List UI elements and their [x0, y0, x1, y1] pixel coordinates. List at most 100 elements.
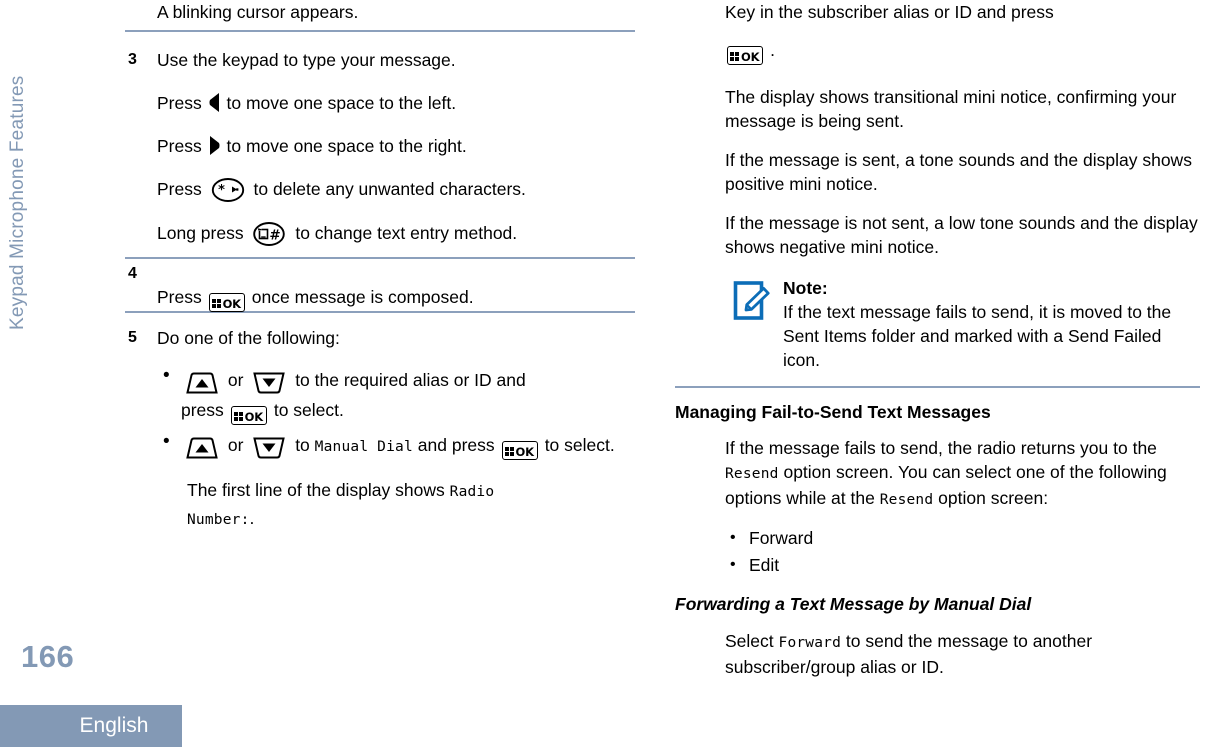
step-5-bullet-2-tail: to select. — [544, 435, 615, 455]
right-paragraph-1: The display shows transitional mini noti… — [725, 87, 1177, 131]
note-text: If the text message fails to send, it is… — [783, 302, 1172, 370]
step-divider-2 — [125, 257, 635, 259]
option-label: Edit — [749, 555, 780, 575]
ok-text: OK — [244, 410, 264, 424]
step-5-result-pre: The first line of the display shows — [187, 480, 445, 500]
step-3-line-2-post: to move one space to the right. — [226, 136, 467, 156]
key-in-period: . — [770, 40, 776, 60]
step-5-result: The first line of the display shows Radi… — [157, 477, 635, 533]
step-3-line-1: Press to move one space to the left. — [157, 91, 635, 115]
right-paragraph-3: If the message is not sent, a low tone s… — [725, 213, 1198, 257]
step-5-bullet-2-mid-post: and press — [417, 435, 495, 455]
scroll-up-key-icon — [184, 437, 220, 459]
nav-left-arrow-icon — [209, 93, 220, 112]
menu-ok-key-icon: OK — [501, 441, 538, 460]
scroll-up-key-icon — [184, 372, 220, 394]
right-column: Key in the subscriber alias or ID and pr… — [675, 0, 1200, 679]
step-3-title: Use the keypad to type your message. — [157, 50, 456, 70]
ui-string-resend-1: Resend — [725, 466, 779, 482]
step-3-line-1-pre: Press — [157, 93, 202, 113]
step-3-line-3: Press * to delete any unwanted character… — [157, 177, 635, 202]
bullet-dot: • — [730, 529, 736, 546]
step-5-bullet-1-tail: to select. — [273, 400, 344, 420]
step-5-bullet-1-or: or — [227, 370, 244, 390]
step-5-result-post: . — [249, 508, 255, 528]
page-number: 166 — [21, 639, 75, 674]
step-5-bullet-2-mid-pre: to — [295, 435, 310, 455]
step-5-number: 5 — [128, 329, 137, 346]
step-3-line-4-post: to change text entry method. — [295, 223, 518, 243]
step-4-body: Press OK once message is composed. — [157, 285, 474, 312]
menu-grid-glyph — [233, 412, 243, 421]
step-5-bullet-1-press: press — [181, 400, 224, 420]
manual-page: Keypad Microphone Features 166 English A… — [0, 0, 1206, 747]
ui-string-radio: Radio — [449, 484, 495, 500]
step-3-line-3-post: to delete any unwanted characters. — [253, 179, 526, 199]
step-3-line-4: Long press # to change text entry method… — [157, 221, 635, 246]
step-3-line-3-pre: Press — [157, 179, 202, 199]
language-footer-label: English — [79, 714, 149, 737]
ui-string-manual-dial: Manual Dial — [314, 439, 413, 455]
subheading-forwarding-manual-dial: Forwarding a Text Message by Manual Dial — [675, 594, 1032, 614]
left-column: A blinking cursor appears. 3 Use the key… — [125, 0, 635, 533]
star-delete-key-icon: * — [211, 178, 245, 202]
step-divider-1 — [125, 30, 635, 32]
scroll-down-key-icon — [251, 372, 287, 394]
svg-text:*: * — [218, 183, 225, 198]
svg-text:#: # — [270, 228, 281, 244]
ok-text: OK — [741, 50, 760, 64]
key-in-ok-line: OK . — [675, 38, 1200, 65]
note-title: Note: — [783, 278, 828, 298]
step-4: 4 Press OK once message is composed. — [125, 265, 635, 312]
section-body: If the message fails to send, the radio … — [675, 436, 1200, 512]
right-paragraph-2: If the message is sent, a tone sounds an… — [725, 150, 1192, 194]
sub-body-part-1: Select — [725, 631, 774, 651]
step-5-bullet-1-mid: to the required alias or ID and — [295, 370, 526, 390]
bullet-dot: • — [163, 431, 170, 452]
step-3-number: 3 — [128, 51, 137, 68]
step-3-line-1-post: to move one space to the left. — [226, 93, 457, 113]
note-pencil-icon — [725, 277, 783, 329]
menu-grid-glyph — [730, 52, 739, 61]
step-5: 5 Do one of the following: • or to the r… — [125, 326, 635, 533]
step-5-bullet-2-or: or — [227, 435, 244, 455]
option-label: Forward — [749, 528, 814, 548]
section-body-part-3: option screen: — [938, 488, 1049, 508]
chapter-side-tab-label: Keypad Microphone Features — [7, 75, 28, 330]
ok-text: OK — [222, 297, 242, 311]
menu-grid-glyph — [211, 299, 221, 308]
option-item-forward: • Forward — [675, 526, 1200, 550]
step-5-title: Do one of the following: — [157, 328, 340, 348]
section-heading-managing-fail-to-send: Managing Fail-to-Send Text Messages — [675, 402, 991, 422]
step-3-line-2: Press to move one space to the right. — [157, 134, 635, 158]
note-block: Note: If the text message fails to send,… — [675, 277, 1200, 372]
note-divider — [675, 386, 1200, 388]
language-footer-bar: English — [0, 705, 182, 747]
menu-grid-glyph — [504, 447, 514, 456]
chapter-side-tab: Keypad Microphone Features — [0, 32, 36, 332]
section-body-part-1: If the message fails to send, the radio … — [725, 438, 1157, 458]
step-4-pre: Press — [157, 287, 202, 307]
intro-line: A blinking cursor appears. — [157, 2, 359, 22]
ok-text: OK — [515, 445, 535, 459]
ui-string-forward: Forward — [778, 635, 842, 651]
ui-string-resend-2: Resend — [879, 492, 934, 508]
ui-string-number: Number: — [187, 512, 250, 528]
step-3-line-4-pre: Long press — [157, 223, 244, 243]
key-in-line: Key in the subscriber alias or ID and pr… — [675, 0, 1200, 24]
step-4-post: once message is composed. — [251, 287, 474, 307]
nav-right-arrow-icon — [209, 136, 220, 155]
hash-text-entry-key-icon: # — [252, 222, 286, 246]
menu-ok-key-icon: OK — [230, 406, 267, 425]
menu-ok-key-icon: OK — [208, 293, 245, 312]
step-5-bullet-1: • or to the required alias or ID and pre… — [157, 365, 635, 425]
step-3-line-2-pre: Press — [157, 136, 202, 156]
step-4-number: 4 — [128, 265, 137, 282]
scroll-down-key-icon — [251, 437, 287, 459]
menu-ok-key-icon: OK — [727, 46, 764, 65]
option-item-edit: • Edit — [675, 553, 1200, 577]
sub-body: Select Forward to send the message to an… — [675, 629, 1200, 679]
bullet-dot: • — [163, 365, 170, 386]
step-3: 3 Use the keypad to type your message. P… — [125, 48, 635, 246]
bullet-dot: • — [730, 556, 736, 573]
